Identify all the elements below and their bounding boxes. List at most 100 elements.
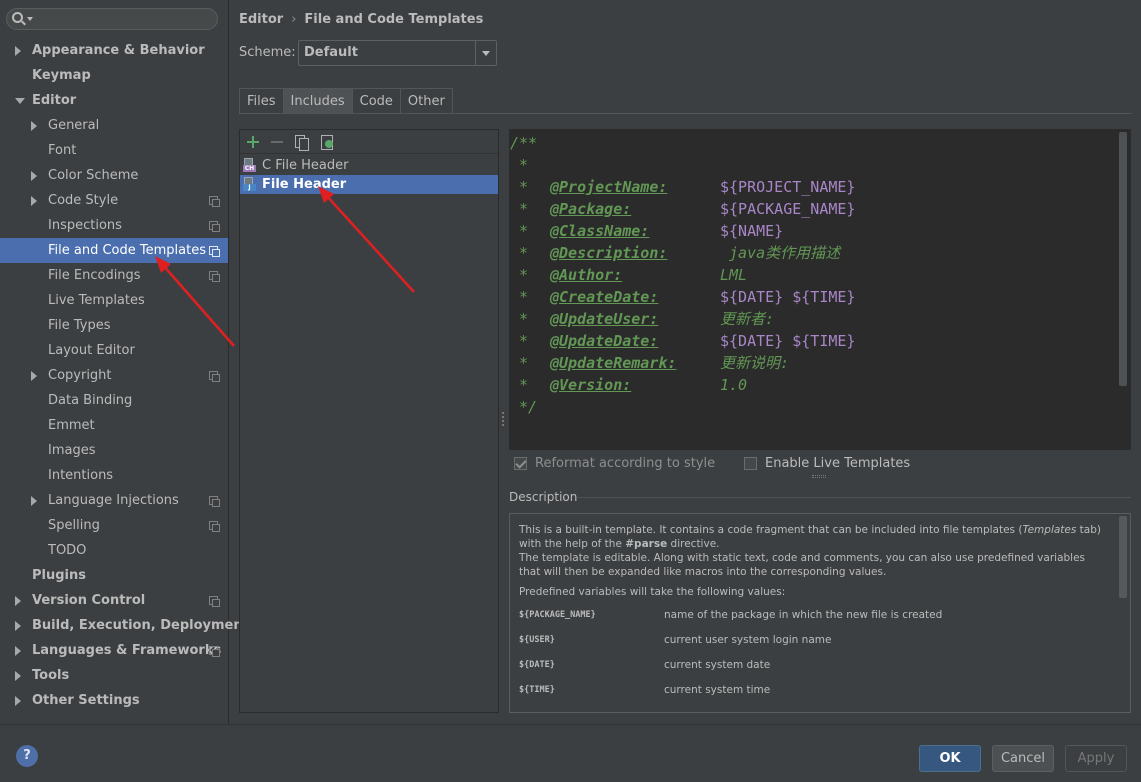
description-content: This is a built-in template. It contains…	[519, 523, 1109, 708]
sidebar-item-images[interactable]: Images	[0, 438, 228, 463]
template-item-file-header[interactable]: J File Header	[240, 175, 498, 194]
sidebar-item-language-injections[interactable]: Language Injections	[0, 488, 228, 513]
sidebar-item-editor[interactable]: Editor	[0, 88, 228, 113]
code-line: * @Package: ${PACKAGE_NAME}	[510, 198, 855, 220]
variable-description: current user system login name	[664, 634, 832, 646]
variable-row: ${USER} current user system login name	[519, 633, 1109, 658]
chevron-right-icon[interactable]	[31, 371, 37, 381]
variable-description: current system date	[664, 659, 771, 671]
project-scope-icon	[209, 246, 220, 257]
sidebar-item-inspections[interactable]: Inspections	[0, 213, 228, 238]
code-comment-star: *	[510, 288, 529, 306]
sidebar-item-label: Font	[48, 143, 77, 158]
code-doc-value: 1.0	[720, 376, 748, 394]
sidebar-item-code-style[interactable]: Code Style	[0, 188, 228, 213]
sidebar-item-spelling[interactable]: Spelling	[0, 513, 228, 538]
code-line-open: /**	[510, 134, 538, 152]
sidebar-item-appearance-behavior[interactable]: Appearance & Behavior	[0, 38, 228, 63]
chevron-right-icon[interactable]	[15, 596, 21, 606]
tab-code[interactable]: Code	[351, 88, 401, 113]
sidebar-item-file-types[interactable]: File Types	[0, 313, 228, 338]
copy-template-icon[interactable]	[293, 134, 309, 151]
template-code-editor[interactable]: /** * * @ProjectName: ${PROJECT_NAME} * @Pa…	[509, 129, 1131, 450]
sidebar-item-emmet[interactable]: Emmet	[0, 413, 228, 438]
variable-row: ${DATE} current system date	[519, 658, 1109, 683]
chevron-right-icon[interactable]	[15, 646, 21, 656]
sidebar-item-tools[interactable]: Tools	[0, 663, 228, 688]
sidebar-item-file-encodings[interactable]: File Encodings	[0, 263, 228, 288]
code-doc-value: ${PACKAGE_NAME}	[720, 200, 856, 218]
chevron-down-icon[interactable]	[27, 17, 33, 21]
sidebar-item-keymap[interactable]: Keymap	[0, 63, 228, 88]
chevron-right-icon[interactable]	[31, 121, 37, 131]
editor-scrollbar[interactable]	[1119, 132, 1127, 386]
cancel-button[interactable]: Cancel	[992, 745, 1054, 772]
checkbox-checked-icon[interactable]	[514, 457, 527, 470]
tab-other[interactable]: Other	[399, 88, 453, 113]
code-doc-value: 更新说明:	[720, 354, 790, 372]
variable-name: ${USER}	[519, 635, 555, 645]
sidebar-item-live-templates[interactable]: Live Templates	[0, 288, 228, 313]
sidebar-item-font[interactable]: Font	[0, 138, 228, 163]
sidebar-item-layout-editor[interactable]: Layout Editor	[0, 338, 228, 363]
chevron-right-icon[interactable]	[15, 46, 21, 56]
description-panel: This is a built-in template. It contains…	[509, 513, 1131, 713]
sidebar-item-copyright[interactable]: Copyright	[0, 363, 228, 388]
apply-button[interactable]: Apply	[1065, 745, 1127, 772]
tab-includes[interactable]: Includes	[282, 88, 353, 113]
sidebar-item-label: File and Code Templates	[48, 243, 206, 258]
description-title: Description	[509, 490, 578, 504]
chevron-right-icon[interactable]	[15, 621, 21, 631]
tab-files[interactable]: Files	[239, 88, 284, 113]
description-scrollbar[interactable]	[1119, 516, 1127, 598]
splitter-handle[interactable]	[812, 475, 826, 478]
reset-template-icon[interactable]	[319, 134, 335, 150]
variable-row: ${TIME} current system time	[519, 683, 1109, 708]
settings-sidebar: Appearance & Behavior Keymap Editor General…	[0, 0, 249, 724]
sidebar-item-general[interactable]: General	[0, 113, 228, 138]
chevron-right-icon[interactable]	[15, 671, 21, 681]
remove-template-icon[interactable]	[269, 134, 285, 150]
sidebar-item-other-settings[interactable]: Other Settings	[0, 688, 228, 713]
chevron-right-icon[interactable]	[31, 496, 37, 506]
chevron-right-icon[interactable]	[15, 696, 21, 706]
template-item-c-file-header[interactable]: CH C File Header	[240, 156, 498, 175]
settings-search-input[interactable]	[6, 8, 218, 30]
code-doc-value: ${DATE} ${TIME}	[720, 288, 856, 306]
sidebar-item-file-and-code-templates[interactable]: File and Code Templates	[0, 238, 228, 263]
sidebar-item-label: Build, Execution, Deployment	[32, 618, 249, 633]
sidebar-item-languages-frameworks[interactable]: Languages & Frameworks	[0, 638, 228, 663]
chevron-right-icon[interactable]	[31, 196, 37, 206]
template-list-toolbar	[240, 130, 498, 154]
add-template-icon[interactable]	[245, 134, 261, 150]
code-doc-tag: @Author:	[550, 266, 623, 284]
checkbox-unchecked-icon[interactable]	[744, 457, 757, 470]
help-button[interactable]: ?	[16, 745, 38, 767]
project-scope-icon	[209, 221, 220, 232]
project-scope-icon	[209, 496, 220, 507]
java-file-icon: J	[243, 177, 256, 192]
project-scope-icon	[209, 196, 220, 207]
sidebar-item-plugins[interactable]: Plugins	[0, 563, 228, 588]
template-list-panel: CH C File Header J File Header	[239, 129, 499, 713]
sidebar-item-label: Editor	[32, 93, 77, 108]
sidebar-item-label: Plugins	[32, 568, 86, 583]
code-doc-value: ${DATE} ${TIME}	[720, 332, 856, 350]
sidebar-item-intentions[interactable]: Intentions	[0, 463, 228, 488]
project-scope-icon	[209, 521, 220, 532]
code-line-close: */	[510, 398, 538, 416]
scheme-select[interactable]: Default	[298, 40, 497, 66]
code-doc-tag: @Version:	[550, 376, 632, 394]
splitter-handle[interactable]	[502, 412, 505, 430]
chevron-right-icon[interactable]	[31, 171, 37, 181]
sidebar-item-label: Keymap	[32, 68, 91, 83]
sidebar-item-todo[interactable]: TODO	[0, 538, 228, 563]
sidebar-item-color-scheme[interactable]: Color Scheme	[0, 163, 228, 188]
sidebar-item-version-control[interactable]: Version Control	[0, 588, 228, 613]
chevron-down-icon[interactable]	[475, 41, 496, 65]
sidebar-item-data-binding[interactable]: Data Binding	[0, 388, 228, 413]
sidebar-item-build-execution-deployment[interactable]: Build, Execution, Deployment	[0, 613, 249, 638]
chevron-down-icon[interactable]	[15, 98, 25, 104]
ok-button[interactable]: OK	[919, 745, 981, 772]
code-comment-star: *	[510, 354, 529, 372]
